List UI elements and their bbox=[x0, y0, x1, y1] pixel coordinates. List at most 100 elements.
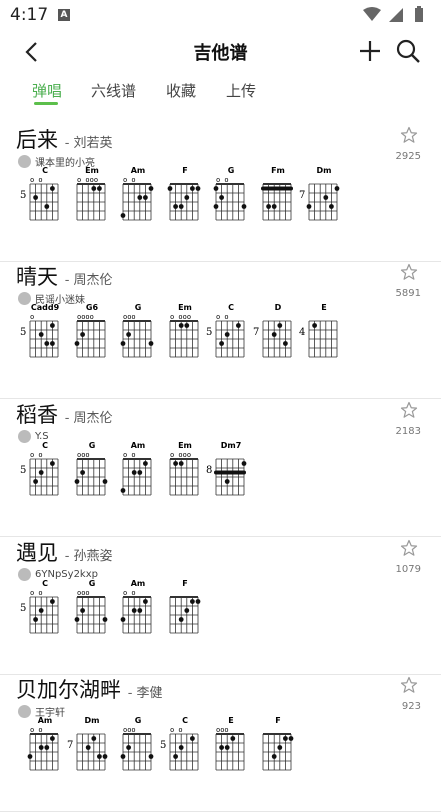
finger-dot bbox=[189, 599, 195, 604]
star-icon bbox=[400, 676, 418, 693]
song-card[interactable]: 后来 - 刘若英 课本里的小亮 2925 C5o o Em o ooo Am o oFG… bbox=[0, 124, 441, 262]
finger-dot bbox=[120, 617, 126, 622]
finger-dot bbox=[213, 204, 219, 209]
song-artist: 周杰伦 bbox=[73, 273, 113, 288]
finger-dot bbox=[148, 186, 154, 191]
status-time: 4:17 bbox=[10, 5, 49, 25]
finger-dot bbox=[38, 470, 44, 475]
open-strings: o o bbox=[30, 451, 43, 459]
chord-diagram-am: Am o o bbox=[16, 714, 62, 810]
song-title: 后来 bbox=[16, 128, 58, 152]
chord-name: G bbox=[135, 716, 142, 725]
open-strings: ooo bbox=[123, 313, 136, 321]
favorite-button[interactable] bbox=[400, 539, 418, 557]
finger-dot bbox=[334, 186, 340, 191]
finger-dot bbox=[213, 186, 219, 191]
song-card[interactable]: 晴天 - 周杰伦 民谣小迷妹 5891 Cadd9 5 o G6 oooo Gooo Em… bbox=[0, 261, 441, 399]
add-button[interactable] bbox=[357, 38, 383, 64]
song-title-line: 遇见 - 孙燕姿 bbox=[16, 537, 113, 567]
song-artist: 李健 bbox=[136, 686, 163, 701]
finger-dot bbox=[183, 195, 189, 200]
chord-name: G bbox=[88, 441, 95, 450]
finger-dot bbox=[288, 736, 293, 741]
favorite-button[interactable] bbox=[400, 126, 418, 144]
finger-dot bbox=[50, 341, 55, 346]
fret-number: 5 bbox=[20, 603, 26, 614]
uploader: 王宇轩 bbox=[18, 701, 65, 719]
fret-number: 7 bbox=[253, 327, 259, 338]
chord-name: Em bbox=[85, 166, 99, 175]
open-strings: ooo bbox=[77, 451, 90, 459]
finger-dot bbox=[230, 736, 236, 741]
open-strings: o o bbox=[30, 589, 43, 597]
finger-dot bbox=[74, 617, 79, 622]
search-button[interactable] bbox=[395, 38, 421, 64]
favorite-count: 1079 bbox=[395, 564, 421, 575]
title-separator: - bbox=[64, 411, 74, 426]
finger-dot bbox=[33, 617, 38, 622]
chord-list: Cadd9 5 o G6 oooo Gooo Em o ooo C 5 o oD7E4 bbox=[16, 301, 346, 397]
finger-dot bbox=[172, 204, 178, 209]
chord-name: F bbox=[275, 716, 280, 725]
fret-number: 8 bbox=[206, 465, 212, 476]
tab-liuxianpu[interactable]: 六线谱 bbox=[91, 80, 136, 101]
favorite-button[interactable] bbox=[400, 676, 418, 694]
finger-dot bbox=[137, 195, 143, 200]
finger-dot bbox=[90, 186, 96, 191]
finger-dot bbox=[143, 599, 148, 604]
song-title-line: 后来 - 刘若英 bbox=[16, 124, 113, 154]
finger-dot bbox=[265, 204, 271, 209]
fret-number: 5 bbox=[20, 327, 26, 338]
tab-shangchuan[interactable]: 上传 bbox=[226, 80, 256, 101]
fret-number: 5 bbox=[160, 740, 166, 751]
open-strings: o ooo bbox=[170, 451, 191, 459]
chord-diagram-g: Gooo bbox=[63, 439, 109, 535]
chord-diagram-f: F bbox=[249, 714, 295, 810]
song-artist: 孙燕姿 bbox=[73, 549, 113, 564]
chord-diagram-c: C 5 o o bbox=[16, 164, 62, 260]
tab-shoucang[interactable]: 收藏 bbox=[166, 80, 196, 101]
favorite-button[interactable] bbox=[400, 263, 418, 281]
uploader: 6YNpSy2kxp bbox=[18, 564, 98, 581]
open-strings: ooo bbox=[77, 589, 90, 597]
finger-dot bbox=[241, 204, 247, 209]
song-card[interactable]: 遇见 - 孙燕姿 6YNpSy2kxp 1079 C5o o Gooo Am o oF bbox=[0, 537, 441, 675]
finger-dot bbox=[120, 341, 126, 346]
finger-dot bbox=[50, 599, 55, 604]
status-bar: 4:17 A bbox=[0, 0, 441, 30]
chord-name: G bbox=[228, 166, 235, 175]
finger-dot bbox=[236, 323, 241, 328]
finger-dot bbox=[276, 745, 282, 750]
finger-dot bbox=[224, 332, 230, 337]
finger-dot bbox=[271, 204, 277, 209]
finger-dot bbox=[90, 736, 96, 741]
finger-dot bbox=[329, 204, 334, 209]
uploader: Y.S bbox=[18, 426, 49, 443]
finger-dot bbox=[74, 479, 79, 484]
finger-dot bbox=[282, 736, 288, 741]
tab-tanchang[interactable]: 弹唱 bbox=[32, 80, 62, 101]
chord-name: C bbox=[42, 166, 48, 175]
finger-dot bbox=[178, 617, 184, 622]
song-card[interactable]: 贝加尔湖畔 - 李健 王宇轩 923 Am o o Dm 7 Gooo C 5 o o Eooo… bbox=[0, 674, 441, 812]
fret-number: 5 bbox=[20, 465, 26, 476]
open-strings: ooo bbox=[123, 726, 136, 734]
favorite-count: 2183 bbox=[395, 426, 421, 437]
search-icon bbox=[396, 39, 420, 63]
finger-dot bbox=[38, 745, 44, 750]
chord-list: Am o o Dm 7 Gooo C 5 o o Eooo F bbox=[16, 714, 346, 810]
title-separator: - bbox=[64, 136, 74, 151]
chord-name: F bbox=[182, 579, 187, 588]
favorite-button[interactable] bbox=[400, 401, 418, 419]
chord-diagram-f: F bbox=[156, 164, 202, 260]
chord-list: C5o o Gooo Am o oF bbox=[16, 577, 346, 673]
finger-dot bbox=[172, 754, 178, 759]
song-card[interactable]: 稻香 - 周杰伦 Y.S 2183 C5o o Gooo Am o o Em o ooo D… bbox=[0, 399, 441, 537]
app-notification-icon: A bbox=[58, 9, 70, 21]
chord-name: Dm7 bbox=[221, 441, 242, 450]
finger-dot bbox=[79, 332, 85, 337]
finger-dot bbox=[183, 608, 189, 613]
chord-diagram-g: Go o bbox=[202, 164, 248, 260]
chord-diagram-d: D7 bbox=[249, 301, 295, 397]
finger-dot bbox=[178, 745, 184, 750]
